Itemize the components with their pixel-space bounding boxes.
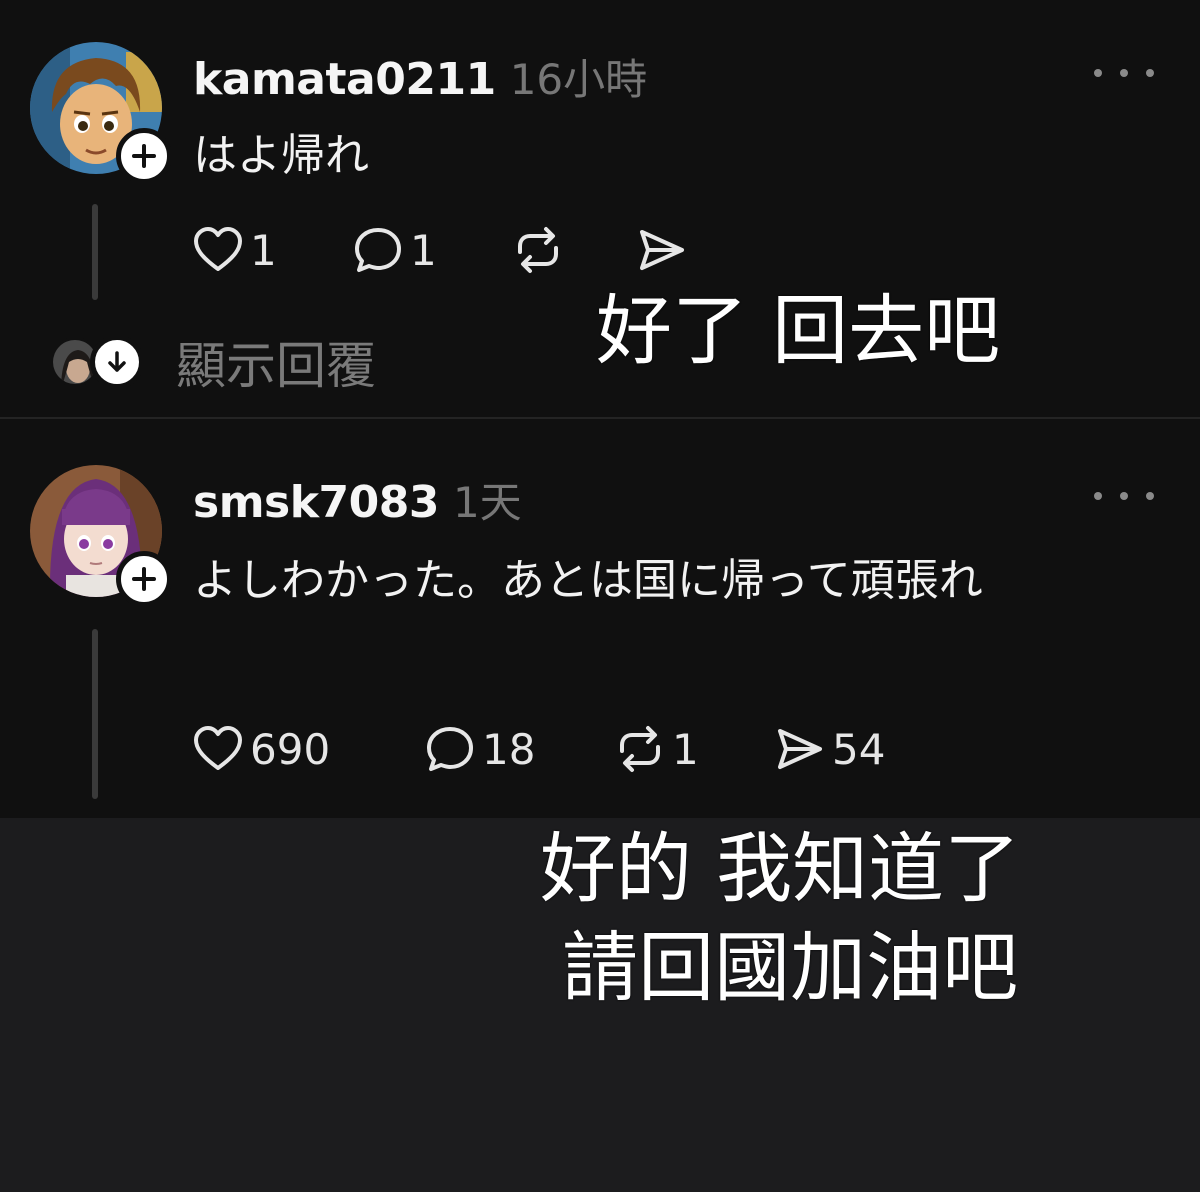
follow-button[interactable]: [116, 128, 172, 184]
plus-icon: [132, 144, 156, 168]
caption-line: 請回國加油吧: [562, 922, 1019, 1012]
comment-icon: [355, 228, 401, 272]
like-count: 1: [250, 225, 277, 275]
show-replies-label: 顯示回覆: [176, 337, 376, 395]
reply-button[interactable]: 1: [350, 222, 510, 278]
more-button[interactable]: [1094, 58, 1154, 88]
post-smsk: smsk7083 1天 よしわかった。あとは国に帰って頑張れ 690 18 1 …: [0, 419, 1200, 818]
reply-avatars: [50, 333, 144, 391]
expand-button: [90, 335, 144, 389]
plus-icon: [132, 567, 156, 591]
post-text: はよ帰れ: [193, 130, 369, 181]
avatar-container: [30, 465, 172, 607]
timestamp: 1天: [452, 478, 522, 527]
post-actions: 690 18 1 54: [190, 721, 885, 777]
share-count: 54: [832, 724, 886, 774]
heart-icon: [194, 227, 242, 271]
repost-icon: [620, 726, 660, 772]
like-button[interactable]: 1: [190, 222, 350, 278]
caption-translation-1: 好了 回去吧: [596, 286, 1001, 375]
send-icon: [778, 729, 822, 769]
username[interactable]: kamata0211: [193, 54, 496, 105]
show-replies[interactable]: 顯示回覆: [50, 326, 376, 398]
reply-count: 1: [410, 225, 437, 275]
follow-button[interactable]: [116, 551, 172, 607]
more-icon: [1094, 69, 1102, 77]
reply-button[interactable]: 18: [422, 721, 612, 777]
avatar-container: [30, 42, 172, 184]
repost-icon: [518, 227, 558, 273]
heart-icon: [194, 726, 242, 770]
share-button[interactable]: [634, 222, 690, 278]
threads-feed: kamata0211 16小時 はよ帰れ 1 1 顯示回覆 smsk7083 1…: [0, 0, 1200, 818]
more-icon: [1094, 492, 1102, 500]
comment-icon: [427, 727, 473, 771]
post-header: smsk7083 1天: [193, 469, 522, 530]
repost-button[interactable]: [510, 222, 634, 278]
caption-line: 好的 我知道了: [540, 824, 1021, 913]
thread-line: [92, 629, 98, 799]
share-button[interactable]: 54: [772, 721, 885, 777]
send-icon: [640, 230, 684, 270]
reply-count: 18: [482, 724, 536, 774]
username[interactable]: smsk7083: [193, 477, 439, 528]
timestamp: 16小時: [509, 55, 648, 104]
post-header: kamata0211 16小時: [193, 46, 647, 107]
caption-translation-2: 好的 我知道了 請回國加油吧: [540, 820, 1020, 1018]
arrow-down-icon: [108, 351, 126, 372]
post-text: よしわかった。あとは国に帰って頑張れ: [193, 555, 983, 606]
like-button[interactable]: 690: [190, 721, 422, 777]
more-button[interactable]: [1094, 481, 1154, 511]
repost-button[interactable]: 1: [612, 721, 772, 777]
post-actions: 1 1: [190, 222, 690, 278]
like-count: 690: [250, 724, 331, 774]
repost-count: 1: [672, 724, 699, 774]
thread-line: [92, 204, 98, 300]
